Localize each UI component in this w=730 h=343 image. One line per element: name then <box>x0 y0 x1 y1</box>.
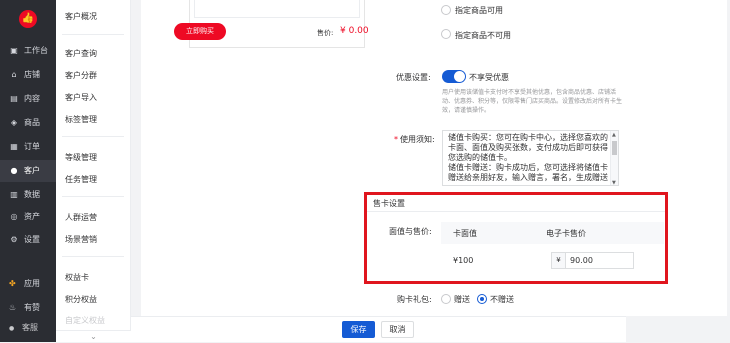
nav-item-assets[interactable]: ◎ 资产 <box>0 206 56 228</box>
buy-now-button: 立即购买 <box>174 23 226 40</box>
nav-item-label: 内容 <box>24 94 40 103</box>
thumb-logo-icon[interactable]: 👍 <box>19 10 37 28</box>
assets-icon: ◎ <box>10 212 18 221</box>
price-input[interactable]: ¥ 90.00 <box>551 252 634 269</box>
subnav-item[interactable]: 任务管理 <box>65 174 97 185</box>
divider <box>62 196 124 197</box>
form-card: 售价: ¥ 0.00 <box>141 0 727 342</box>
nav-item-content[interactable]: ▤ 内容 <box>0 88 56 110</box>
content-icon: ▤ <box>10 94 18 103</box>
primary-nav: 👍 ▣ 工作台 ⌂ 店铺 ▤ 内容 ◈ 商品 ▦ 订单 ● 客户 ▥ 数据 ◎ 资产 ⚙ 设置 ✤… <box>0 0 56 342</box>
nav-item-youzan[interactable]: ♨ 有赞 <box>0 298 56 318</box>
nav-item-customers[interactable]: ● 客户 <box>0 160 56 182</box>
column-price: 电子卡售价 <box>546 229 586 238</box>
main-content: 售价: ¥ 0.00 <box>131 0 730 342</box>
nav-item-data[interactable]: ▥ 数据 <box>0 184 56 206</box>
scroll-down-icon[interactable]: ▼ <box>612 180 616 185</box>
nav-item-service[interactable]: ● 客服 <box>0 318 56 338</box>
data-icon: ▥ <box>10 190 18 199</box>
face-value-cell: ¥100 <box>453 256 474 265</box>
required-mark: * <box>394 135 398 144</box>
gift-option-label: 不赠送 <box>490 295 514 304</box>
shop-icon: ⌂ <box>11 70 17 79</box>
subnav-item[interactable]: 标签管理 <box>65 114 97 125</box>
discount-help-text: 用户使用该储值卡支付时不享受其他优惠，包含商品优惠、店铺活动、优惠券、积分等，仅… <box>442 89 623 114</box>
currency-prefix: ¥ <box>552 253 566 268</box>
divider <box>367 211 665 212</box>
subnav-item[interactable]: 人群运营 <box>65 212 97 223</box>
scope-radio-available[interactable] <box>441 5 451 15</box>
scroll-up-icon[interactable]: ▲ <box>612 132 616 138</box>
secondary-nav: 客户概况 客户查询 客户分群 客户导入 标签管理 等级管理 任务管理 人群运营 … <box>56 0 131 342</box>
nav-item-label: 商品 <box>24 118 40 127</box>
subnav-item[interactable]: 场景营销 <box>65 234 97 245</box>
scroll-thumb[interactable] <box>612 141 617 155</box>
nav-item-settings[interactable]: ⚙ 设置 <box>0 229 56 251</box>
gift-radio-none[interactable] <box>477 294 487 304</box>
gift-radio-give[interactable] <box>441 294 451 304</box>
nav-item-label: 设置 <box>24 235 40 244</box>
scope-option-label: 指定商品不可用 <box>455 31 511 40</box>
nav-item-label: 客服 <box>22 323 38 332</box>
footer-bar <box>131 316 626 342</box>
card-preview-image <box>194 0 360 18</box>
gift-label: 购卡礼包: <box>397 295 432 304</box>
preview-price-value: ¥ 0.00 <box>340 26 369 36</box>
nav-item-goods[interactable]: ◈ 商品 <box>0 112 56 134</box>
page-background <box>626 316 730 342</box>
price-table-header: 卡面值 电子卡售价 <box>441 222 664 244</box>
nav-item-label: 有赞 <box>24 303 40 312</box>
gear-icon: ⚙ <box>10 235 18 244</box>
subnav-item[interactable]: 积分权益 <box>65 294 97 305</box>
apps-icon: ✤ <box>9 279 16 288</box>
nav-item-label: 订单 <box>24 142 40 151</box>
face-price-label: 面值与售价: <box>389 227 432 236</box>
nav-item-label: 客户 <box>24 166 40 175</box>
user-icon: ● <box>10 166 18 175</box>
cancel-button[interactable]: 取消 <box>381 321 414 338</box>
notice-text: 储值卡购买：您可在购卡中心，选择您喜欢的卡面、面值及购买张数，支付成功后即可获得… <box>448 133 608 182</box>
nav-item-orders[interactable]: ▦ 订单 <box>0 136 56 158</box>
chevron-down-icon[interactable]: ⌄ <box>56 330 131 342</box>
nav-item-apps[interactable]: ✤ 应用 <box>0 274 56 294</box>
nav-item-workbench[interactable]: ▣ 工作台 <box>0 40 56 62</box>
service-dot-icon: ● <box>9 325 15 332</box>
nav-item-shop[interactable]: ⌂ 店铺 <box>0 64 56 86</box>
divider <box>62 136 124 137</box>
save-button[interactable]: 保存 <box>342 321 375 338</box>
notice-scrollbar[interactable]: ▲ ▼ <box>610 131 618 185</box>
orders-icon: ▦ <box>10 142 18 151</box>
discount-toggle[interactable] <box>442 70 466 83</box>
price-input-value: 90.00 <box>570 256 593 265</box>
notice-textarea[interactable]: 储值卡购买：您可在购卡中心，选择您喜欢的卡面、面值及购买张数，支付成功后即可获得… <box>442 130 619 186</box>
divider <box>62 34 124 35</box>
youzan-icon: ♨ <box>9 303 17 312</box>
discount-label: 优惠设置: <box>396 73 431 82</box>
subnav-item[interactable]: 等级管理 <box>65 152 97 163</box>
divider <box>62 256 124 257</box>
subnav-item[interactable]: 自定义权益 <box>65 315 105 326</box>
subnav-item[interactable]: 权益卡 <box>65 272 89 283</box>
sell-settings-title: 售卡设置 <box>373 199 405 208</box>
nav-item-label: 店铺 <box>24 70 40 79</box>
scope-radio-unavailable[interactable] <box>441 29 451 39</box>
gift-option-label: 赠送 <box>454 295 470 304</box>
notice-label-text: 使用须知: <box>400 135 435 144</box>
subnav-item[interactable]: 客户分群 <box>65 70 97 81</box>
goods-icon: ◈ <box>10 118 18 127</box>
workbench-icon: ▣ <box>10 46 18 55</box>
subnav-item[interactable]: 客户概况 <box>65 11 97 22</box>
column-face-value: 卡面值 <box>453 229 477 238</box>
notice-label: * 使用须知: <box>394 134 435 145</box>
scope-option-label: 指定商品可用 <box>455 6 503 15</box>
nav-item-label: 工作台 <box>24 46 48 55</box>
preview-price-label: 售价: <box>317 29 334 37</box>
subnav-item[interactable]: 客户导入 <box>65 92 97 103</box>
discount-toggle-text: 不享受优惠 <box>469 73 509 82</box>
nav-item-label: 数据 <box>24 190 40 199</box>
nav-item-label: 资产 <box>24 212 40 221</box>
nav-item-label: 应用 <box>24 279 40 288</box>
subnav-item[interactable]: 客户查询 <box>65 48 97 59</box>
